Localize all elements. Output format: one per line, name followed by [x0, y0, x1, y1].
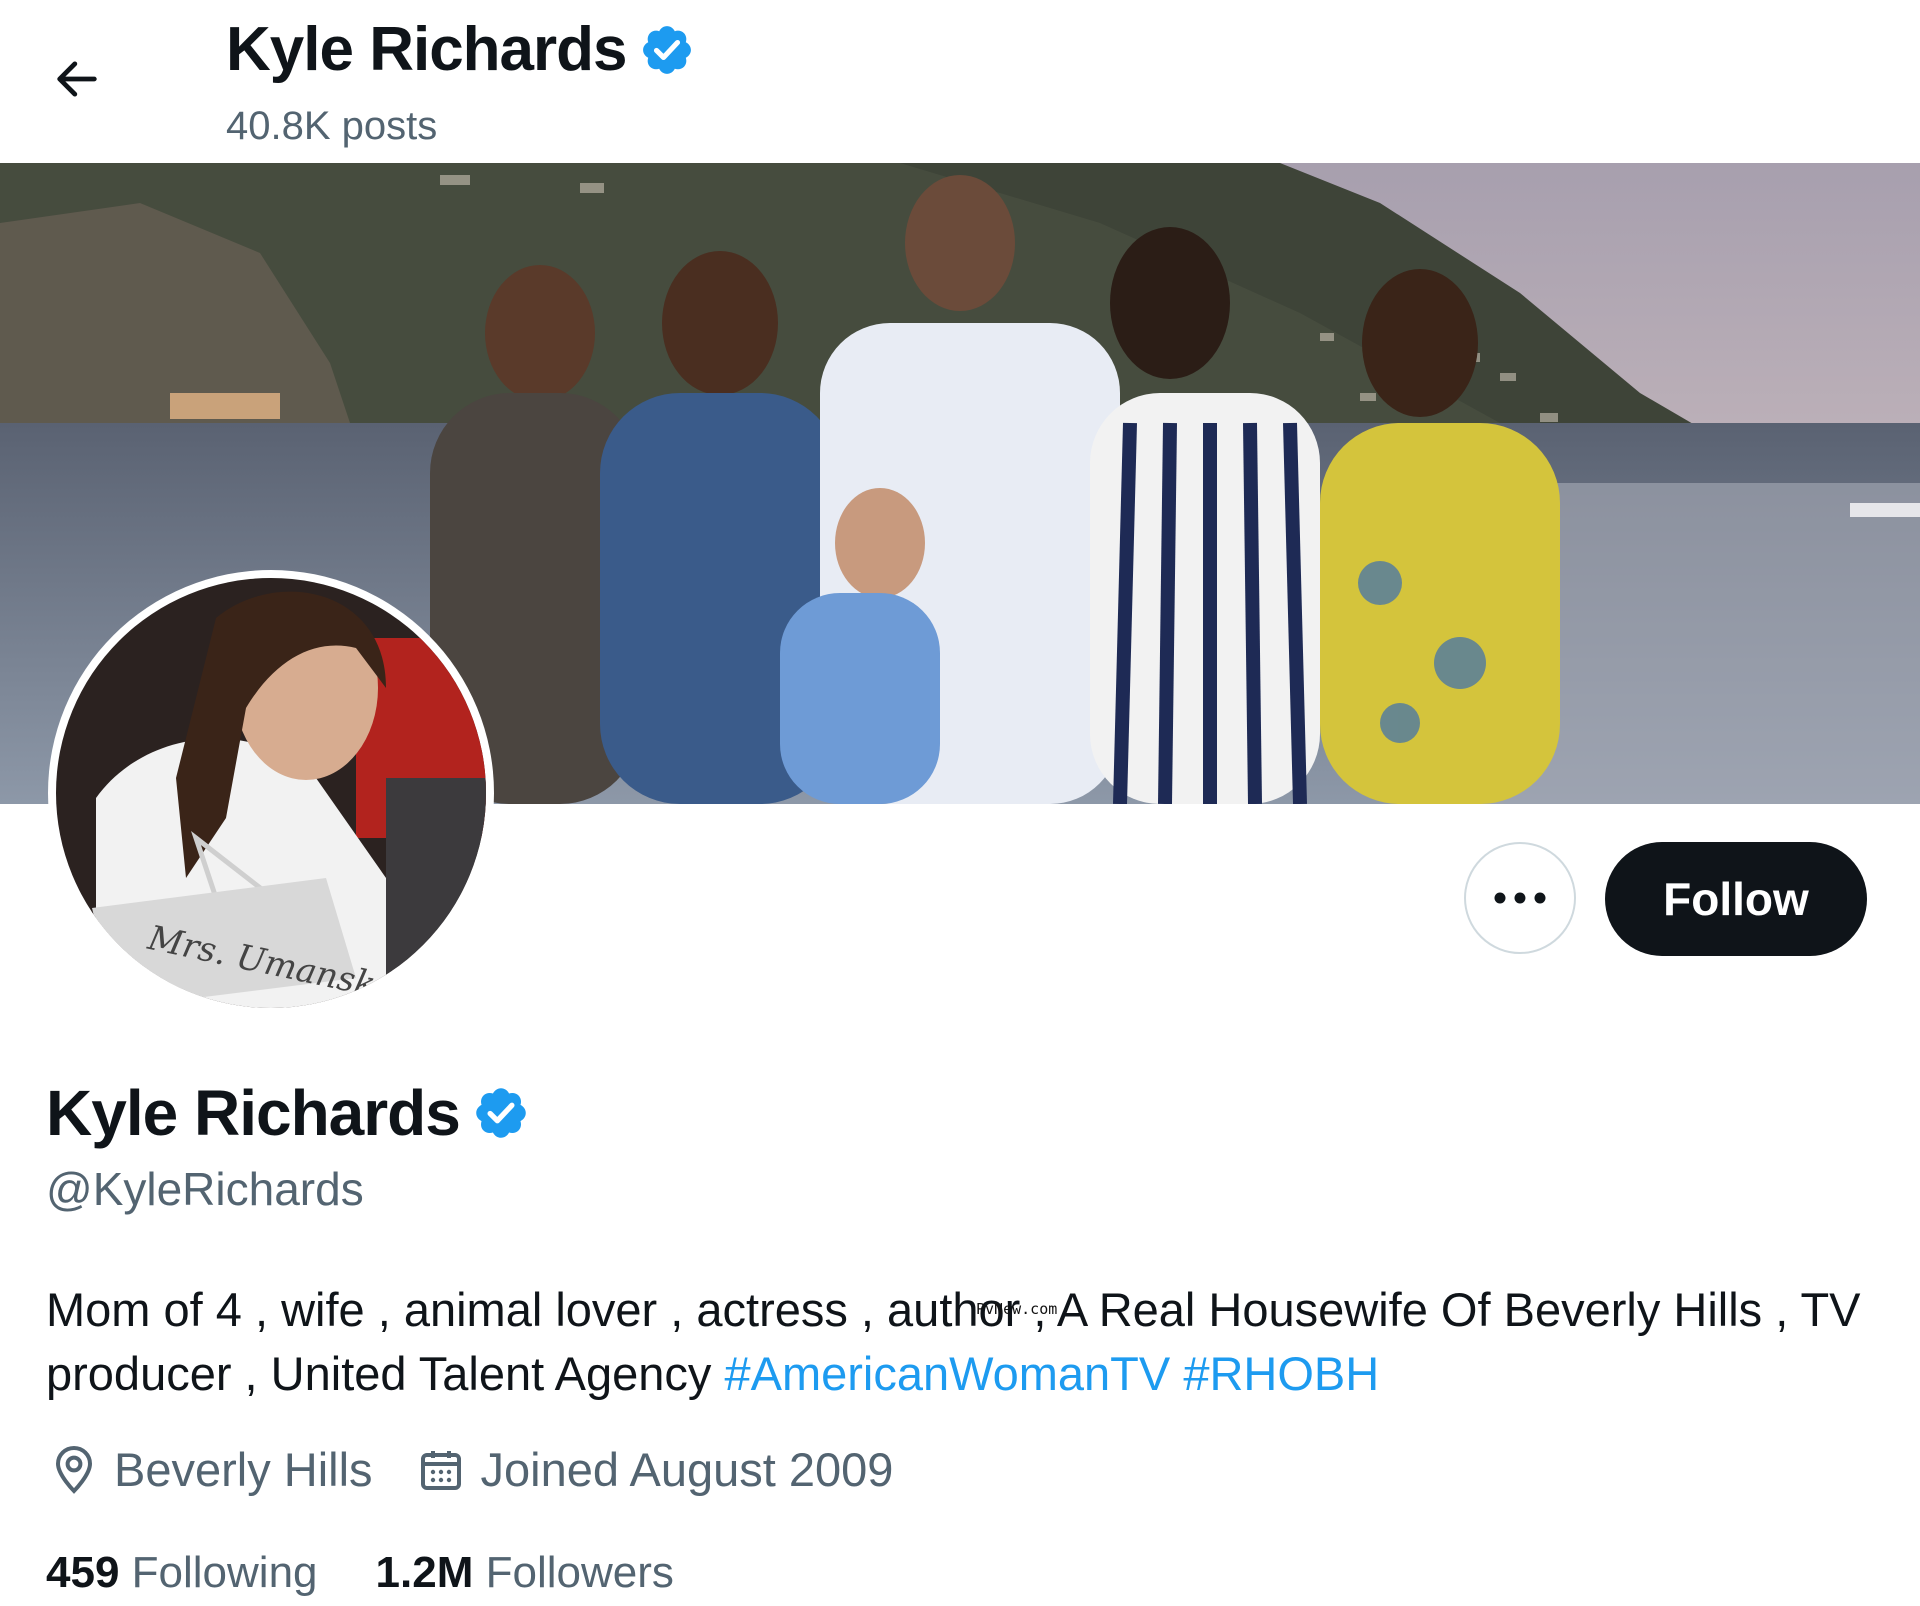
follow-button[interactable]: Follow [1605, 842, 1867, 956]
back-button[interactable] [46, 48, 108, 110]
hashtag-link[interactable]: #RHOBH [1183, 1347, 1379, 1400]
header-title: Kyle Richards [226, 14, 695, 85]
more-options-button[interactable] [1464, 842, 1576, 954]
post-count: 40.8K posts [226, 104, 438, 148]
hashtag-link[interactable]: #AmericanWomanTV [724, 1347, 1170, 1400]
profile-stats: 459 Following 1.2M Followers [46, 1548, 732, 1598]
profile-name: Kyle Richards [46, 1076, 530, 1150]
location-text: Beverly Hills [114, 1443, 373, 1496]
followers-count: 1.2M [375, 1548, 474, 1597]
profile-meta: Beverly Hills Joined August 2009 [50, 1442, 937, 1497]
following-link[interactable]: 459 Following [46, 1548, 318, 1598]
watermark-text: PvNew.com [976, 1300, 1058, 1318]
verified-badge-icon [642, 25, 691, 74]
followers-link[interactable]: 1.2M Followers [376, 1548, 674, 1598]
following-label: Following [131, 1548, 318, 1597]
profile-name-text: Kyle Richards [46, 1077, 461, 1149]
following-count: 459 [46, 1548, 120, 1597]
followers-label: Followers [485, 1548, 674, 1597]
profile-bio: Mom of 4 , wife , animal lover , actress… [46, 1278, 1886, 1406]
location-item: Beverly Hills [50, 1442, 373, 1497]
joined-item: Joined August 2009 [417, 1442, 894, 1497]
arrow-left-icon [57, 61, 97, 97]
verified-badge-icon[interactable] [472, 1084, 530, 1142]
avatar-photo: Mrs. Umansky [56, 578, 486, 1008]
more-dots-icon [1494, 892, 1546, 904]
header-name-text: Kyle Richards [226, 15, 628, 84]
profile-header: Kyle Richards 40.8K posts [0, 0, 1920, 163]
location-pin-icon [55, 1445, 93, 1494]
profile-handle: @KyleRichards [46, 1163, 364, 1215]
joined-text: Joined August 2009 [480, 1443, 894, 1496]
calendar-icon [420, 1450, 461, 1490]
profile-avatar[interactable]: Mrs. Umansky [48, 570, 494, 1016]
